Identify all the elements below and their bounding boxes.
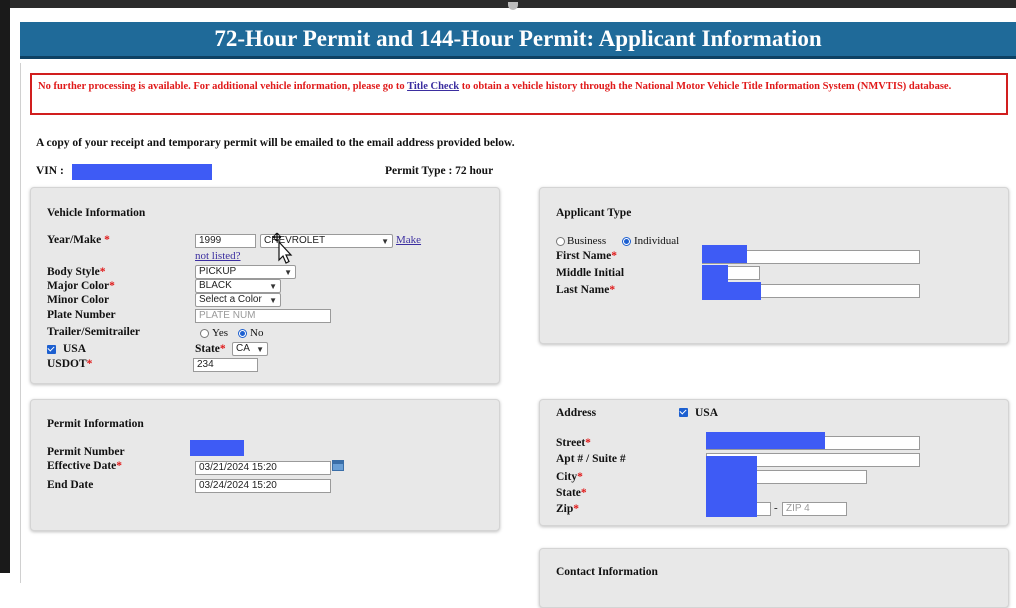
window-knob [508,2,518,10]
permit-info-title: Permit Information [47,418,144,430]
permit-number-label: Permit Number [47,446,125,458]
business-label: Business [567,235,607,247]
vehicle-state-value: CA [236,343,250,354]
major-color-select[interactable]: BLACK ▼ [195,279,281,293]
contact-info-panel: Contact Information [539,548,1009,608]
vehicle-state-select[interactable]: CA ▼ [232,342,268,356]
first-name-redaction [702,245,747,263]
make-not-listed-link-2[interactable]: not listed? [195,250,241,262]
applicant-type-panel: Applicant Type Business Individual First… [539,187,1009,344]
applicant-type-title: Applicant Type [556,207,632,219]
minor-color-label: Minor Color [47,294,110,306]
trailer-yes-radio[interactable] [200,329,209,338]
end-date-input[interactable]: 03/24/2024 15:20 [195,479,331,493]
city-state-zip-redaction [706,456,757,517]
trailer-no-label: No [250,327,264,339]
alert-text-prefix: No further processing is available. For … [38,81,405,92]
trailer-label: Trailer/Semitrailer [47,326,141,338]
address-panel: Address USA Street* Apt # / Suite # City… [539,399,1009,526]
apt-suite-label: Apt # / Suite # [556,453,626,465]
vin-redaction [72,164,212,180]
address-usa-label: USA [695,407,719,419]
individual-radio[interactable] [622,237,631,246]
individual-label: Individual [634,235,680,247]
first-name-label: First Name* [556,250,617,262]
street-redaction [706,432,825,449]
usdot-label: USDOT* [47,358,93,370]
mouse-cursor-icon [272,232,293,264]
middle-initial-redaction [702,265,728,282]
chevron-down-icon: ▼ [269,296,277,305]
zip4-input[interactable]: ZIP 4 [782,502,847,516]
city-label: City* [556,471,583,483]
plate-number-label: Plate Number [47,309,116,321]
major-color-value: BLACK [199,280,232,291]
last-name-label: Last Name* [556,284,616,296]
body-style-select[interactable]: PICKUP ▼ [195,265,296,279]
chevron-down-icon: ▼ [256,345,264,354]
last-name-redaction [702,282,761,300]
minor-color-select[interactable]: Select a Color ▼ [195,293,281,307]
year-make-label: Year/Make * [47,234,110,246]
alert-text-suffix: to obtain a vehicle history through the … [461,81,952,92]
body-style-label: Body Style* [47,266,106,278]
contact-info-title: Contact Information [556,566,658,578]
trailer-yes-label: Yes [212,327,229,339]
end-date-label: End Date [47,479,94,491]
calendar-icon[interactable] [332,460,344,471]
permit-type: Permit Type : 72 hour [385,165,494,177]
major-color-label: Major Color* [47,280,115,292]
vehicle-usa-checkbox[interactable] [47,345,56,354]
permit-info-panel: Permit Information Permit Number Effecti… [30,399,500,531]
middle-initial-label: Middle Initial [556,267,625,279]
year-input[interactable]: 1999 [195,234,256,248]
business-radio[interactable] [556,237,565,246]
window-left-edge [0,0,10,573]
address-title: Address [556,407,597,419]
chevron-down-icon: ▼ [284,268,292,277]
chevron-down-icon: ▼ [269,282,277,291]
processing-alert: No further processing is available. For … [30,73,1008,115]
email-notice: A copy of your receipt and temporary per… [36,137,515,149]
address-state-label: State* [556,487,587,499]
minor-color-value: Select a Color [199,294,262,305]
chevron-down-icon: ▼ [381,237,389,246]
street-label: Street* [556,437,591,449]
zip-label: Zip* [556,503,580,515]
vin-label: VIN : [36,165,64,177]
plate-number-input[interactable]: PLATE NUM [195,309,331,323]
vehicle-usa-label: USA [63,343,87,355]
usdot-input[interactable]: 234 [193,358,258,372]
trailer-no-radio[interactable] [238,329,247,338]
zip-separator: - [774,502,778,514]
body-style-value: PICKUP [199,266,237,277]
address-usa-checkbox[interactable] [679,408,688,417]
vehicle-state-label: State* [195,343,226,355]
effective-date-label: Effective Date* [47,460,123,472]
vehicle-info-title: Vehicle Information [47,207,146,219]
title-check-link[interactable]: Title Check [407,81,459,92]
effective-date-input[interactable]: 03/21/2024 15:20 [195,461,331,475]
make-not-listed-link-1[interactable]: Make [396,234,421,246]
page-title: 72-Hour Permit and 144-Hour Permit: Appl… [20,22,1016,59]
vehicle-info-panel: Vehicle Information Year/Make * 1999 CHE… [30,187,500,384]
permit-number-redaction [190,440,244,456]
